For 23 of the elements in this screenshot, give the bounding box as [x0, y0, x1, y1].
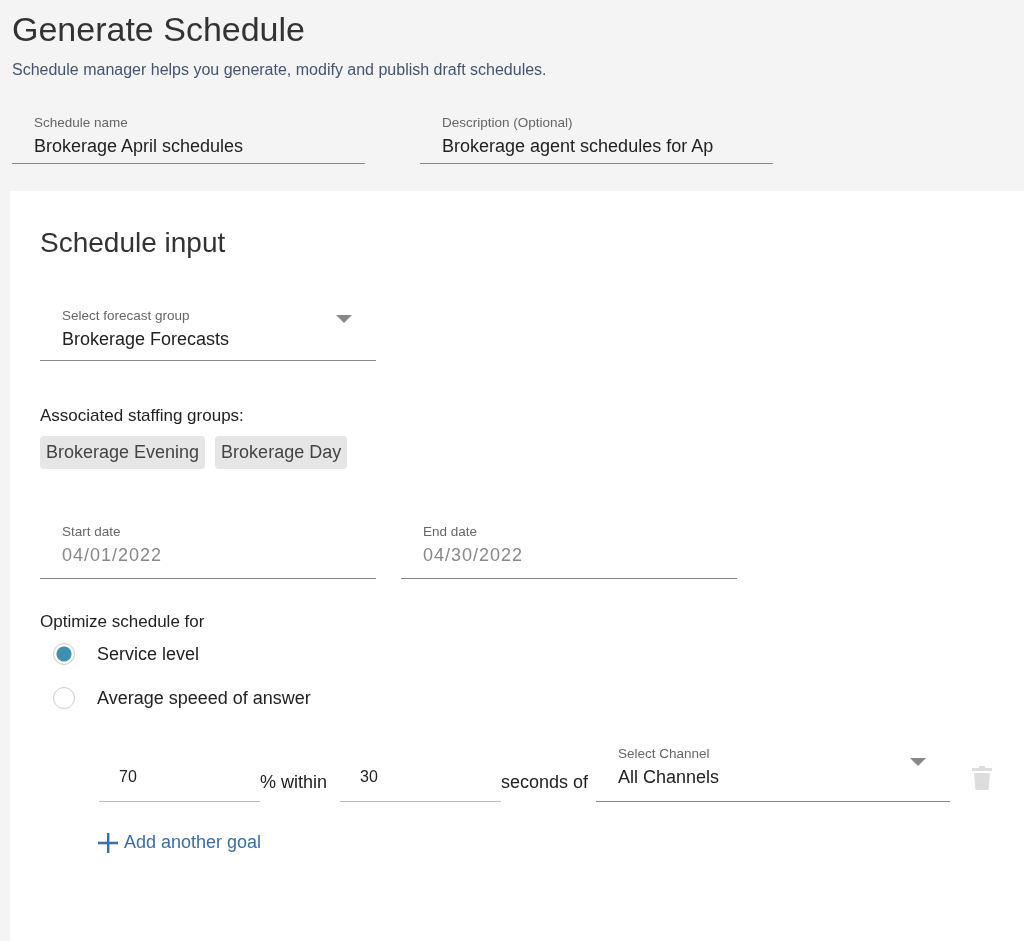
caret-icon: [910, 758, 926, 766]
select-field[interactable]: Select Channel All Channels: [596, 740, 950, 802]
percent-field[interactable]: 70: [99, 762, 260, 802]
radio-label: Service level: [97, 643, 200, 665]
add-goal-link[interactable]: Add another goal: [98, 832, 262, 853]
caret-icon: [336, 315, 352, 323]
staffing-group-tag: Brokerage Evening: [40, 436, 206, 469]
text-field[interactable]: Schedule name Brokerage April schedules: [12, 105, 365, 164]
select-field[interactable]: Select forecast group Brokerage Forecasts: [40, 287, 376, 361]
radio-button[interactable]: [53, 687, 75, 709]
field-label: Associated staffing groups:: [40, 406, 245, 426]
page-subtitle: Schedule manager helps you generate, modify and publish draft schedules.: [12, 61, 548, 79]
field-label: Optimize schedule for: [40, 612, 206, 632]
text-field[interactable]: Description (Optional) Brokerage agent schedules for Ap: [420, 105, 773, 164]
goal-text: seconds of: [501, 772, 590, 794]
page-title: Generate Schedule: [12, 10, 306, 49]
plus-icon: [98, 832, 118, 853]
goal-text: % within: [260, 772, 329, 794]
radio-button[interactable]: [53, 643, 75, 665]
seconds-field[interactable]: 30: [340, 762, 501, 802]
staffing-group-tag: Brokerage Day: [215, 436, 348, 469]
radio-label: Average speeed of answer: [97, 687, 311, 709]
section-title: Schedule input: [40, 227, 227, 259]
